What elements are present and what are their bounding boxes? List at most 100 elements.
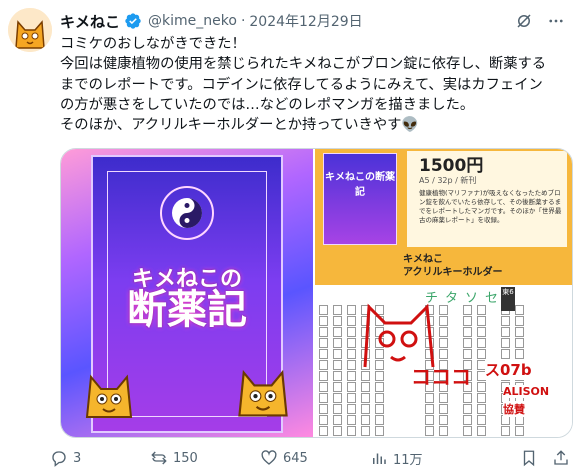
yin-yang-icon [160,186,214,240]
keyholder-label: キメねこ アクリルキーホルダー [403,254,503,278]
booth-cell [319,316,328,326]
booth-cell [463,426,472,436]
booth-cell [477,327,486,337]
booth-cell [515,327,524,337]
avatar[interactable] [8,8,52,52]
booth-cell [477,316,486,326]
booth-cell [319,371,328,381]
share-button[interactable] [552,449,570,467]
booth-cell [477,393,486,403]
booth-cell [477,338,486,348]
cover-title-line2: 断薬記 [127,287,247,333]
booth-cell [333,393,342,403]
booth-cell [515,338,524,348]
reply-button[interactable]: 3 [50,449,150,467]
more-options-icon[interactable] [547,12,565,30]
booth-cell [425,393,434,403]
column-label-so: ソ [465,291,479,306]
booth-cell [425,404,434,414]
booth-cell [333,415,342,425]
cat-character-right-icon [238,369,288,417]
booth-cell [333,371,342,381]
booth-cell [319,305,328,315]
booth-cell [463,404,472,414]
booth-cell [319,415,328,425]
post-media[interactable]: キメねこの 断薬記 キメねこの断薬記 1500円 A5 / 32p / 新刊 健… [60,148,573,438]
booth-cell [501,349,510,359]
booth-cell [439,415,448,425]
retweet-icon [151,451,167,465]
author-name[interactable]: キメねこ [60,11,120,32]
booth-cell [425,415,434,425]
booth-cell [347,393,356,403]
bookmark-button[interactable] [520,449,538,467]
booth-cell [319,338,328,348]
booth-cell [347,404,356,414]
booth-cell [319,327,328,337]
retweet-count: 150 [173,450,198,466]
booth-cell [361,404,370,414]
views-button[interactable]: 11万 [370,449,470,468]
booth-cell [375,415,384,425]
booth-cell [477,305,486,315]
info-images: キメねこの断薬記 1500円 A5 / 32p / 新刊 健康植物(マリファナ)… [315,149,572,437]
price-image[interactable]: キメねこの断薬記 1500円 A5 / 32p / 新刊 健康植物(マリファナ)… [315,149,572,285]
booth-cell [463,393,472,403]
booth-cell [333,338,342,348]
booth-cell [463,338,472,348]
booth-cell [361,382,370,392]
post-date[interactable]: 2024年12月29日 [249,11,362,31]
booth-cell [515,316,524,326]
booth-cell [501,426,510,436]
booth-cell [425,426,434,436]
verified-badge-icon [125,13,141,29]
book-spec: A5 / 32p / 新刊 [419,176,477,185]
booth-cell [463,415,472,425]
views-count: 11万 [393,452,423,468]
author-handle[interactable]: @kime_neko [148,13,237,29]
venue-map-image[interactable]: チ タ ソ セ 東6 コココ ス07b ALISON 協賛 [315,285,572,437]
cover-image[interactable]: キメねこの 断薬記 [61,149,313,437]
booth-cell [319,382,328,392]
handwritten-note-3: ALISON [503,385,550,398]
booth-cell [333,404,342,414]
column-label-se: セ [485,291,499,306]
grok-icon[interactable] [515,12,533,30]
heart-icon [261,450,277,465]
booth-cell [477,404,486,414]
like-count: 645 [283,450,308,466]
booth-cell [439,426,448,436]
post-header: キメねこ @kime_neko · 2024年12月29日 [60,10,565,32]
booth-cell [439,404,448,414]
booth-cell [361,415,370,425]
booth-cell [347,426,356,436]
booth-cell [463,349,472,359]
booth-cell [501,316,510,326]
handwritten-note-1: コココ [411,365,471,389]
views-chart-icon [373,453,386,464]
booth-cell [347,415,356,425]
booth-cell [477,349,486,359]
booth-cell [501,338,510,348]
booth-cell [333,316,342,326]
booth-cell [319,393,328,403]
booth-cell [333,360,342,370]
reply-count: 3 [73,450,82,466]
mini-cover-title: キメねこの断薬記 [325,172,395,198]
like-button[interactable]: 645 [260,449,370,467]
reply-icon [52,451,66,467]
retweet-button[interactable]: 150 [150,449,260,467]
handwritten-note-2: ス07b [485,359,532,380]
booth-cell [333,382,342,392]
booth-cell [515,426,524,436]
post-text: コミケのおしながきできた！ 今回は健康植物の使用を禁じられたキメねこがブロン錠に… [60,36,547,134]
cat-character-left-icon [85,374,133,418]
booth-cell [501,327,510,337]
column-label-ta: タ [445,291,459,306]
booth-cell [319,426,328,436]
share-icon [554,450,568,465]
booth-cell [319,349,328,359]
mini-cover: キメねこの断薬記 [323,153,397,245]
booth-cell [463,316,472,326]
separator-dot: · [240,13,246,29]
